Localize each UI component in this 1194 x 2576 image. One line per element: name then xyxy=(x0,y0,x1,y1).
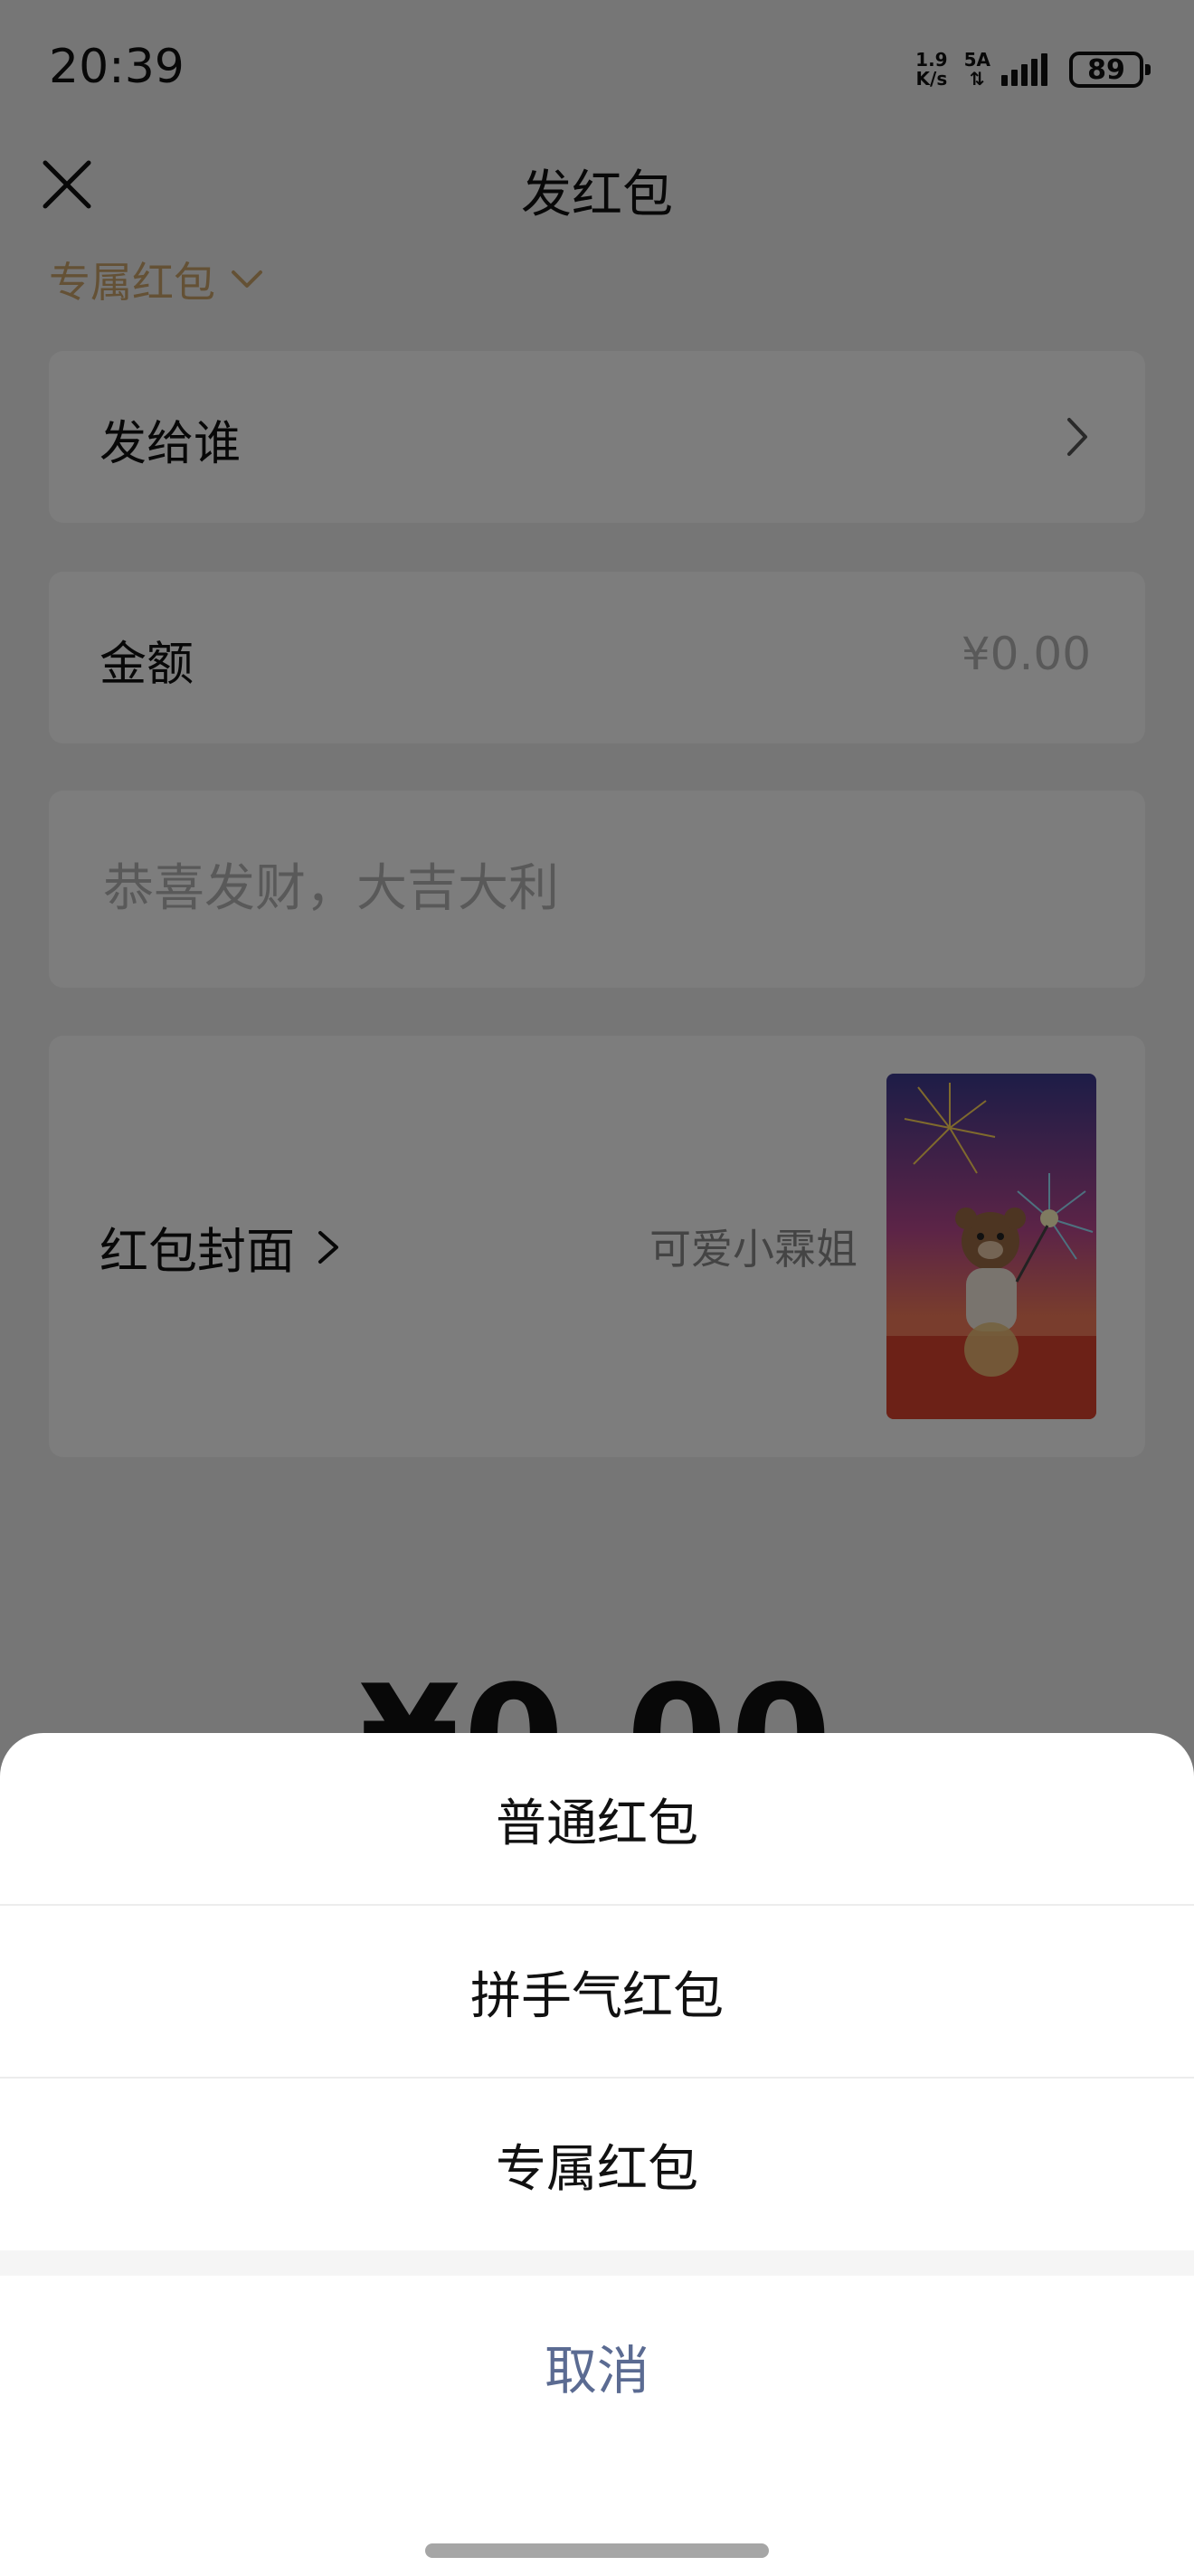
sheet-separator xyxy=(0,2250,1194,2276)
option-normal-red-packet[interactable]: 普通红包 xyxy=(0,1733,1194,1905)
option-exclusive-red-packet[interactable]: 专属红包 xyxy=(0,2079,1194,2250)
red-packet-type-action-sheet: 普通红包 拼手气红包 专属红包 取消 xyxy=(0,1733,1194,2576)
cancel-button[interactable]: 取消 xyxy=(0,2276,1194,2457)
home-indicator[interactable] xyxy=(425,2543,769,2558)
option-lucky-red-packet[interactable]: 拼手气红包 xyxy=(0,1906,1194,2078)
